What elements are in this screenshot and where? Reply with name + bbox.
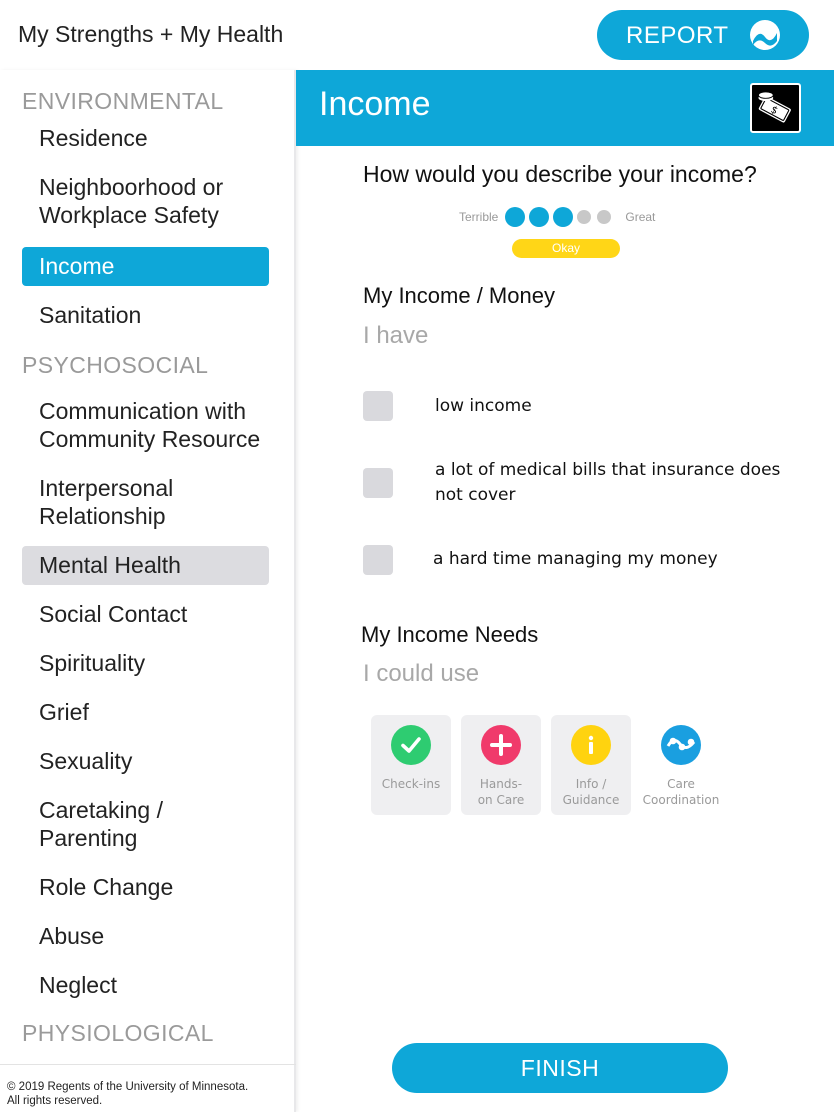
report-icon xyxy=(750,20,780,50)
rating-dot[interactable] xyxy=(577,210,592,224)
sidebar: ENVIRONMENTAL Residence Neighboorhood or… xyxy=(0,70,296,1112)
sidebar-item-neighborhood-safety[interactable]: Neighboorhood or Workplace Safety xyxy=(22,173,269,229)
strengths-hint: I have xyxy=(363,322,429,349)
option-row xyxy=(363,545,393,575)
sidebar-item-sexuality[interactable]: Sexuality xyxy=(22,747,269,775)
sidebar-item-residence[interactable]: Residence xyxy=(22,124,269,152)
sidebar-item-abuse[interactable]: Abuse xyxy=(22,922,269,950)
sidebar-item-social-contact[interactable]: Social Contact xyxy=(22,600,269,628)
report-button-label: REPORT xyxy=(626,22,729,49)
option-row xyxy=(363,391,393,421)
sidebar-item-role-change[interactable]: Role Change xyxy=(22,873,269,901)
check-icon xyxy=(391,725,431,765)
need-check-ins[interactable]: Check-ins xyxy=(371,715,451,815)
rating-dot[interactable] xyxy=(529,207,550,227)
need-label: Info / Guidance xyxy=(562,777,620,807)
topic-header: Income $ xyxy=(296,70,834,146)
info-icon xyxy=(571,725,611,765)
need-label: Hands-on Care xyxy=(477,777,525,807)
needs-title: My Income Needs xyxy=(361,622,539,647)
top-bar: My Strengths + My Health REPORT xyxy=(0,0,834,70)
rating-dot[interactable] xyxy=(553,207,574,227)
report-button[interactable]: REPORT xyxy=(597,10,809,60)
app-title: My Strengths + My Health xyxy=(18,21,284,47)
strengths-title: My Income / Money xyxy=(363,283,555,308)
sidebar-item-spirituality[interactable]: Spirituality xyxy=(22,649,269,677)
option-label: a hard time managing my money xyxy=(433,549,718,569)
sidebar-item-caretaking[interactable]: Caretaking / Parenting xyxy=(22,796,222,852)
scale-low-label: Terrible xyxy=(459,210,499,224)
plus-icon xyxy=(481,725,521,765)
page-title: Income xyxy=(319,85,431,123)
finish-button[interactable]: FINISH xyxy=(392,1043,728,1093)
coordination-icon xyxy=(661,725,701,765)
option-label: a lot of medical bills that insurance do… xyxy=(435,460,781,505)
rating-value-pill: Okay xyxy=(512,239,620,258)
sidebar-item-grief[interactable]: Grief xyxy=(22,698,269,726)
sidebar-item-interpersonal[interactable]: Interpersonal Relationship xyxy=(22,474,269,530)
money-icon: $ xyxy=(750,83,801,133)
option-checkbox[interactable] xyxy=(363,391,393,421)
rights-line: All rights reserved. xyxy=(7,1095,103,1107)
rating-dot[interactable] xyxy=(597,210,612,224)
need-label: Care Coordination xyxy=(642,777,720,807)
sidebar-item-neglect[interactable]: Neglect xyxy=(22,971,269,999)
rating-scale: Terrible Great xyxy=(459,207,655,227)
option-label: low income xyxy=(435,396,532,416)
copyright-line: © 2019 Regents of the University of Minn… xyxy=(7,1081,249,1093)
option-checkbox[interactable] xyxy=(363,545,393,575)
rating-dot[interactable] xyxy=(505,207,526,227)
needs-hint: I could use xyxy=(363,660,480,687)
option-row xyxy=(363,468,393,498)
sidebar-item-income[interactable]: Income xyxy=(22,247,269,286)
need-info-guidance[interactable]: Info / Guidance xyxy=(551,715,631,815)
copyright-footer: © 2019 Regents of the University of Minn… xyxy=(0,1064,296,1108)
rating-question: How would you describe your income? xyxy=(363,161,757,187)
need-care-coordination[interactable]: Care Coordination xyxy=(641,715,721,815)
scale-high-label: Great xyxy=(625,210,656,224)
sidebar-item-communication[interactable]: Communication with Community Resource xyxy=(22,397,269,453)
sidebar-item-mental-health[interactable]: Mental Health xyxy=(22,546,269,585)
sidebar-item-sanitation[interactable]: Sanitation xyxy=(22,301,269,329)
section-psychosocial: PSYCHOSOCIAL xyxy=(22,352,209,378)
need-label: Check-ins xyxy=(381,777,441,791)
section-physiological: PHYSIOLOGICAL xyxy=(22,1020,214,1046)
section-environmental: ENVIRONMENTAL xyxy=(22,88,224,114)
option-checkbox[interactable] xyxy=(363,468,393,498)
need-hands-on-care[interactable]: Hands-on Care xyxy=(461,715,541,815)
